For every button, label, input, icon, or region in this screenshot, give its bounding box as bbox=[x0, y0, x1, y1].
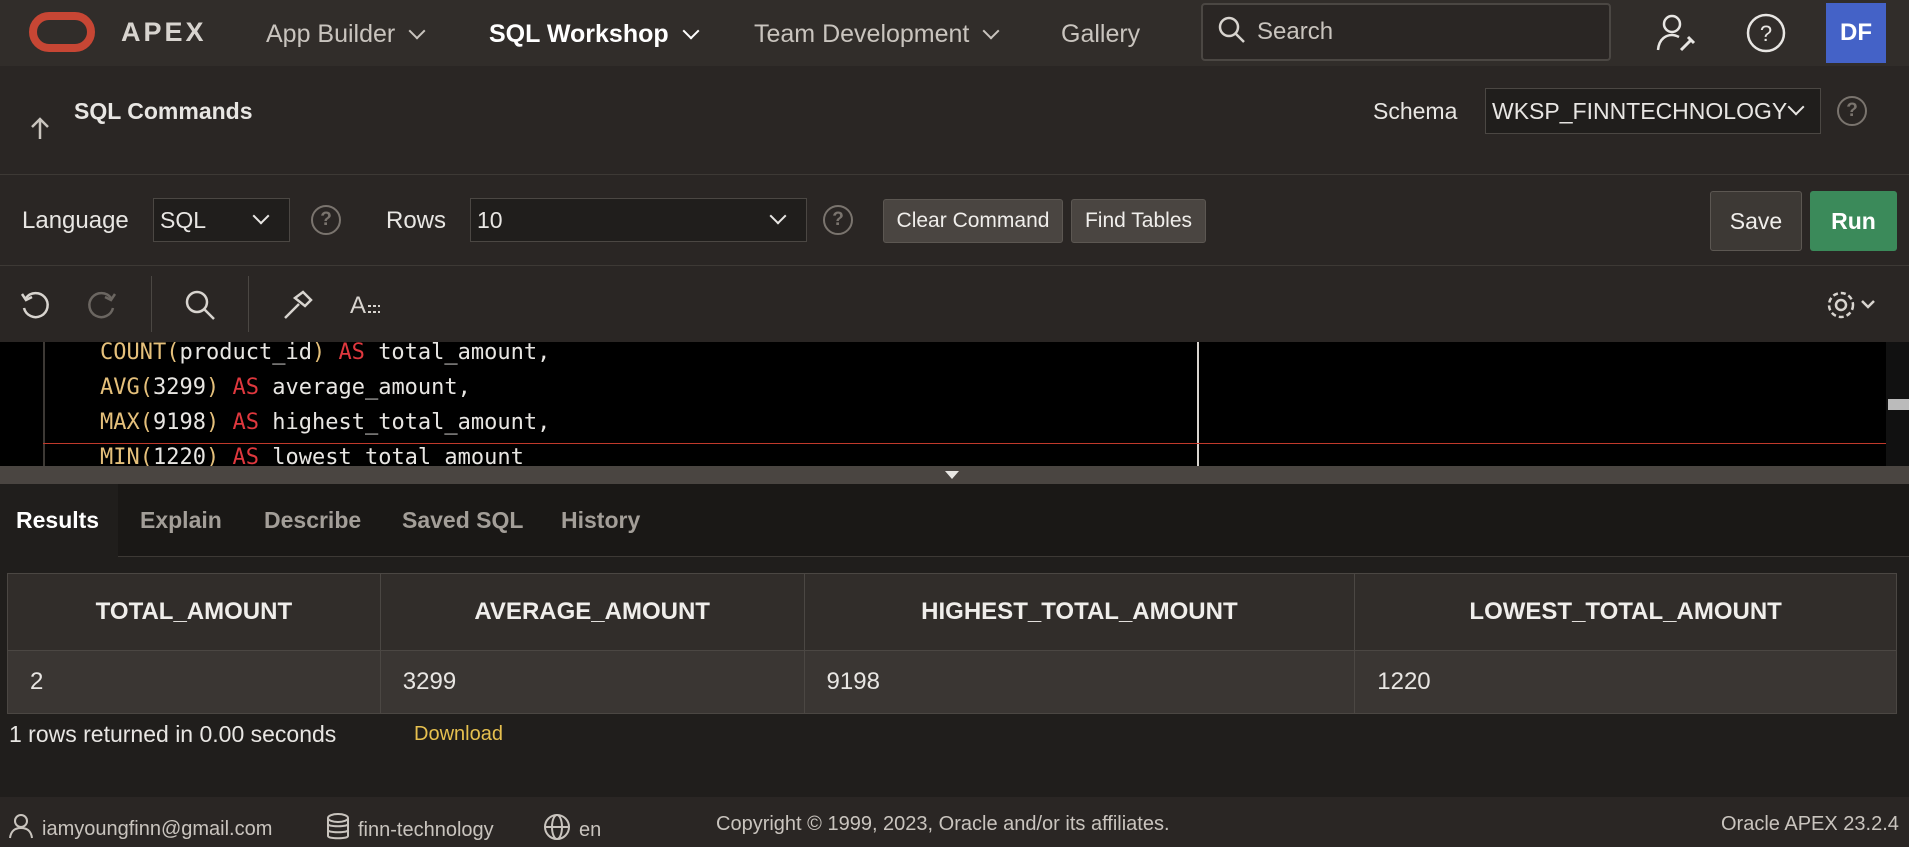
svg-text:A: A bbox=[350, 292, 366, 319]
page-header: SQL Commands Schema WKSP_FINNTECHNOLOGY … bbox=[0, 66, 1909, 175]
rows-returned-status: 1 rows returned in 0.00 seconds bbox=[9, 721, 337, 747]
editor-scrollbar-thumb[interactable] bbox=[1888, 399, 1909, 410]
results-tabs: Results Explain Describe Saved SQL Histo… bbox=[0, 484, 1909, 557]
top-navigation-bar: APEX App Builder SQL Workshop Team Devel… bbox=[0, 0, 1909, 66]
user-icon bbox=[8, 813, 34, 845]
brand-name[interactable]: APEX bbox=[121, 17, 207, 48]
toolbar-divider bbox=[248, 276, 249, 332]
code-line[interactable]: AVG(3299) AS average_amount, bbox=[100, 375, 471, 400]
avatar[interactable]: DF bbox=[1826, 3, 1886, 63]
rows-help-icon[interactable]: ? bbox=[823, 205, 853, 235]
globe-icon bbox=[543, 813, 571, 847]
schema-help-icon[interactable]: ? bbox=[1837, 96, 1867, 126]
download-link[interactable]: Download bbox=[414, 723, 503, 746]
find-tables-button[interactable]: Find Tables bbox=[1071, 199, 1206, 243]
tab-saved-sql[interactable]: Saved SQL bbox=[402, 484, 523, 557]
administration-icon[interactable] bbox=[1651, 8, 1701, 58]
help-icon[interactable]: ? bbox=[1741, 8, 1791, 58]
nav-sql-workshop-label: SQL Workshop bbox=[489, 20, 669, 48]
settings-gear-icon[interactable] bbox=[1822, 285, 1882, 325]
footer-workspace-name: finn-technology bbox=[358, 818, 494, 841]
chevron-down-icon bbox=[1787, 98, 1805, 116]
editor-gutter bbox=[43, 342, 45, 466]
format-text-icon[interactable]: A bbox=[346, 285, 386, 325]
find-icon[interactable] bbox=[180, 285, 220, 325]
code-line[interactable]: MIN(1220) AS lowest_total_amount bbox=[100, 445, 524, 466]
run-button[interactable]: Run bbox=[1810, 191, 1897, 251]
nav-sql-workshop[interactable]: SQL Workshop bbox=[489, 20, 700, 49]
footer-user[interactable]: iamyoungfinn@gmail.com bbox=[8, 813, 272, 845]
clear-command-button[interactable]: Clear Command bbox=[883, 199, 1063, 243]
nav-gallery[interactable]: Gallery bbox=[1061, 20, 1140, 49]
toolbar-divider bbox=[151, 276, 152, 332]
page-title: SQL Commands bbox=[74, 98, 253, 124]
sql-code-editor[interactable]: COUNT(product_id) AS total_amount, AVG(3… bbox=[0, 342, 1909, 466]
footer: iamyoungfinn@gmail.com finn-technology e… bbox=[0, 797, 1909, 847]
language-value: SQL bbox=[160, 206, 207, 233]
language-select[interactable]: SQL bbox=[153, 198, 290, 242]
schema-label: Schema bbox=[1373, 98, 1458, 124]
schema-select[interactable]: WKSP_FINNTECHNOLOGY bbox=[1485, 88, 1821, 134]
nav-app-builder-label: App Builder bbox=[266, 20, 396, 48]
table-cell: 3299 bbox=[379, 650, 805, 714]
footer-copyright: Copyright © 1999, 2023, Oracle and/or it… bbox=[716, 813, 1170, 835]
chevron-down-icon bbox=[408, 22, 426, 39]
table-row: 2 3299 9198 1220 bbox=[7, 650, 1897, 714]
results-table: TOTAL_AMOUNT AVERAGE_AMOUNT HIGHEST_TOTA… bbox=[7, 573, 1897, 714]
language-label: Language bbox=[22, 207, 129, 234]
chevron-down-icon bbox=[682, 22, 700, 39]
code-line[interactable]: COUNT(product_id) AS total_amount, bbox=[100, 342, 550, 365]
nav-app-builder[interactable]: App Builder bbox=[266, 20, 426, 49]
footer-workspace[interactable]: finn-technology bbox=[326, 813, 494, 847]
svg-text:?: ? bbox=[1760, 21, 1772, 46]
collapse-triangle-icon[interactable] bbox=[945, 471, 959, 479]
table-cell: 2 bbox=[7, 650, 381, 714]
undo-icon[interactable] bbox=[15, 285, 55, 325]
chevron-down-icon bbox=[982, 22, 1000, 39]
code-line[interactable]: MAX(9198) AS highest_total_amount, bbox=[100, 410, 550, 435]
database-icon bbox=[326, 813, 350, 847]
chevron-down-icon bbox=[252, 207, 270, 225]
rows-label: Rows bbox=[386, 207, 447, 234]
hammer-icon[interactable] bbox=[278, 285, 318, 325]
column-header[interactable]: LOWEST_TOTAL_AMOUNT bbox=[1354, 573, 1897, 651]
oracle-logo-icon[interactable] bbox=[29, 12, 95, 52]
language-help-icon[interactable]: ? bbox=[311, 205, 341, 235]
save-button[interactable]: Save bbox=[1710, 191, 1802, 251]
search-icon bbox=[1217, 15, 1247, 50]
table-cell: 1220 bbox=[1354, 650, 1897, 714]
column-header[interactable]: AVERAGE_AMOUNT bbox=[379, 573, 805, 651]
rows-select[interactable]: 10 bbox=[470, 198, 807, 242]
redo-icon[interactable] bbox=[82, 285, 122, 325]
editor-toolbar: A bbox=[0, 266, 1909, 342]
tab-history[interactable]: History bbox=[561, 484, 640, 557]
column-header[interactable]: HIGHEST_TOTAL_AMOUNT bbox=[803, 573, 1356, 651]
tab-explain[interactable]: Explain bbox=[140, 484, 222, 557]
search-input[interactable] bbox=[1257, 18, 1597, 46]
active-line-marker bbox=[43, 443, 1909, 444]
tab-results[interactable]: Results bbox=[0, 484, 118, 557]
rows-value: 10 bbox=[477, 206, 503, 233]
command-toolbar: Language SQL ? Rows 10 ? Clear Command F… bbox=[0, 175, 1909, 266]
schema-value: WKSP_FINNTECHNOLOGY bbox=[1492, 97, 1788, 124]
footer-user-email: iamyoungfinn@gmail.com bbox=[42, 817, 273, 840]
tab-describe[interactable]: Describe bbox=[264, 484, 361, 557]
footer-language[interactable]: en bbox=[543, 813, 601, 847]
nav-team-development[interactable]: Team Development bbox=[754, 20, 1000, 49]
chevron-down-icon bbox=[769, 207, 787, 225]
table-cell: 9198 bbox=[803, 650, 1356, 714]
up-arrow-icon[interactable] bbox=[28, 116, 52, 147]
footer-version: Oracle APEX 23.2.4 bbox=[1721, 813, 1899, 835]
nav-team-development-label: Team Development bbox=[754, 20, 970, 48]
search-box[interactable] bbox=[1201, 3, 1611, 61]
print-margin-ruler bbox=[1197, 342, 1199, 466]
nav-gallery-label: Gallery bbox=[1061, 20, 1141, 48]
table-header-row: TOTAL_AMOUNT AVERAGE_AMOUNT HIGHEST_TOTA… bbox=[7, 573, 1897, 651]
footer-language-code: en bbox=[579, 818, 602, 841]
column-header[interactable]: TOTAL_AMOUNT bbox=[7, 573, 381, 651]
